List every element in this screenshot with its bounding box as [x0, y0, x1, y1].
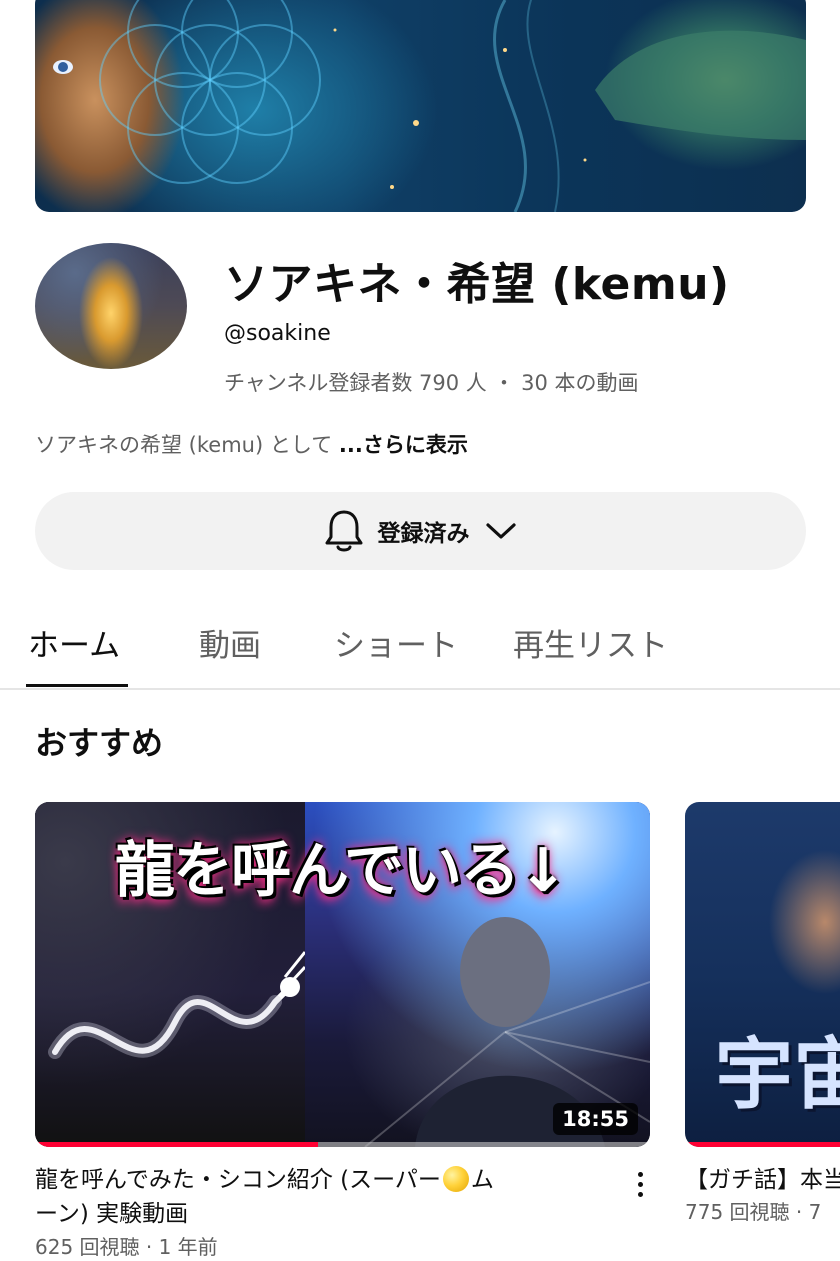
- video-title-part: ーン) 実験動画: [35, 1201, 189, 1227]
- video-thumbnail-2[interactable]: 宇宙: [685, 802, 840, 1147]
- channel-stats: チャンネル登録者数 790 人 ・ 30 本の動画: [224, 371, 639, 395]
- description-text: ソアキネの希望 (kemu) として: [35, 433, 339, 457]
- video-title-2[interactable]: 【ガチ話】本当: [685, 1163, 840, 1197]
- channel-banner: [35, 0, 806, 212]
- watch-progress-bar: [35, 1142, 318, 1147]
- tab-videos[interactable]: 動画: [199, 620, 261, 665]
- channel-name: ソアキネ・希望 (kemu): [224, 259, 730, 310]
- tab-playlists[interactable]: 再生リスト: [513, 620, 668, 665]
- chevron-down-icon: [484, 519, 518, 543]
- channel-handle: @soakine: [224, 321, 331, 346]
- channel-description[interactable]: ソアキネの希望 (kemu) として ...さらに表示: [35, 429, 468, 459]
- subscribed-label: 登録済み: [377, 521, 470, 547]
- video-duration: 18:55: [553, 1103, 638, 1135]
- video-title-part: 龍を呼んでみた・シコン紹介 (スーパー: [35, 1167, 441, 1193]
- full-moon-emoji-icon: [442, 1166, 469, 1192]
- channel-avatar[interactable]: [35, 243, 187, 369]
- channel-tabs: ホーム 動画 ショート 再生リスト: [0, 610, 840, 690]
- active-tab-indicator: [26, 684, 128, 687]
- banner-art: [53, 0, 806, 212]
- video-thumbnail[interactable]: 龍を呼んでいる↓ 18:55: [35, 802, 650, 1147]
- tab-shorts[interactable]: ショート: [334, 620, 458, 665]
- video-meta-2: 775 回視聴 · 7: [685, 1200, 822, 1224]
- video-title[interactable]: 龍を呼んでみた・シコン紹介 (スーパー ムーン) 実験動画: [35, 1163, 625, 1231]
- watch-progress-track: [35, 1142, 650, 1147]
- watch-progress-bar-2: [685, 1142, 840, 1147]
- more-link[interactable]: ...さらに表示: [339, 433, 468, 457]
- video-meta: 625 回視聴 · 1 年前: [35, 1235, 218, 1259]
- more-options-icon[interactable]: [630, 1170, 650, 1200]
- thumbnail-caption-2: 宇宙: [715, 1030, 840, 1120]
- thumbnail-caption: 龍を呼んでいる↓: [115, 836, 568, 906]
- section-title: おすすめ: [35, 724, 164, 762]
- video-title-part: ム: [470, 1167, 494, 1193]
- subscribed-button[interactable]: 登録済み: [35, 492, 806, 570]
- bell-icon: [324, 509, 364, 553]
- tab-home[interactable]: ホーム: [28, 620, 120, 665]
